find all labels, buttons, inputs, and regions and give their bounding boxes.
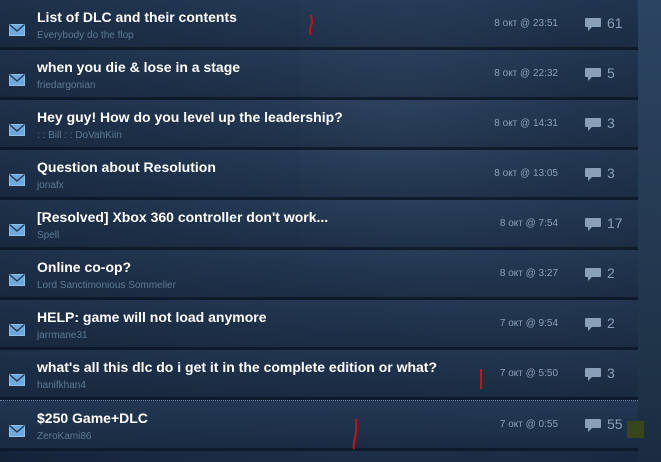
comment-bubble-icon <box>585 268 601 281</box>
topic-author: jarrmane31 <box>37 330 88 341</box>
reply-count: 3 <box>607 365 615 381</box>
envelope-icon <box>9 24 25 36</box>
topic-date: 8 окт @ 7:54 <box>499 218 558 229</box>
reply-count: 3 <box>607 165 615 181</box>
topic-title[interactable]: HELP: game will not load anymore <box>37 309 266 325</box>
topic-row[interactable]: Question about Resolution jonafx 8 окт @… <box>0 150 638 200</box>
topic-row[interactable]: List of DLC and their contents Everybody… <box>0 0 638 50</box>
topic-author: hanifkhan4 <box>37 380 86 391</box>
annotation-mark <box>627 421 644 438</box>
topic-author: friedargonian <box>37 80 96 91</box>
topic-author: : : Bill : : DoVahKiin <box>37 130 122 141</box>
topic-author: Spell <box>37 230 60 241</box>
envelope-icon <box>9 374 25 386</box>
topic-date: 7 окт @ 0:55 <box>499 419 558 430</box>
topic-title[interactable]: Online co-op? <box>37 259 131 275</box>
envelope-icon <box>9 124 25 136</box>
comment-bubble-icon <box>585 18 601 31</box>
scrollbar-track[interactable] <box>638 0 661 462</box>
topic-title[interactable]: when you die & lose in a stage <box>37 59 240 75</box>
reply-count: 17 <box>607 215 623 231</box>
comment-bubble-icon <box>585 218 601 231</box>
topic-row[interactable]: Online co-op? Lord Sanctimonious Sommeli… <box>0 250 638 300</box>
annotation-mark <box>352 418 358 450</box>
topic-title[interactable]: Question about Resolution <box>37 159 216 175</box>
topic-title[interactable]: List of DLC and their contents <box>37 9 237 25</box>
envelope-icon <box>9 324 25 336</box>
topic-author: Everybody do the flop <box>37 30 134 41</box>
topic-date: 7 окт @ 9:54 <box>499 318 558 329</box>
reply-count: 5 <box>607 65 615 81</box>
envelope-icon <box>9 74 25 86</box>
topic-author: jonafx <box>37 180 64 191</box>
topic-author: ZeroKami86 <box>37 431 92 442</box>
reply-count: 61 <box>607 15 623 31</box>
topic-title[interactable]: Hey guy! How do you level up the leaders… <box>37 109 343 125</box>
topic-date: 8 окт @ 3:27 <box>499 268 558 279</box>
envelope-icon <box>9 425 25 437</box>
topic-row[interactable]: what's all this dlc do i get it in the c… <box>0 350 638 400</box>
annotation-mark <box>309 14 313 36</box>
reply-count: 3 <box>607 115 615 131</box>
comment-bubble-icon <box>585 368 601 381</box>
topic-title[interactable]: [Resolved] Xbox 360 controller don't wor… <box>37 209 328 225</box>
comment-bubble-icon <box>585 318 601 331</box>
topic-row[interactable]: $250 Game+DLC ZeroKami86 7 окт @ 0:55 55 <box>0 400 638 451</box>
topic-list: List of DLC and their contents Everybody… <box>0 0 638 462</box>
envelope-icon <box>9 174 25 186</box>
topic-date: 7 окт @ 5:50 <box>499 368 558 379</box>
reply-count: 2 <box>607 315 615 331</box>
envelope-icon <box>9 224 25 236</box>
annotation-mark <box>480 369 482 389</box>
reply-count: 55 <box>607 416 623 432</box>
topic-date: 8 окт @ 23:51 <box>494 18 558 29</box>
comment-bubble-icon <box>585 118 601 131</box>
topic-date: 8 окт @ 22:32 <box>494 68 558 79</box>
reply-count: 2 <box>607 265 615 281</box>
comment-bubble-icon <box>585 68 601 81</box>
envelope-icon <box>9 274 25 286</box>
topic-row[interactable]: when you die & lose in a stage friedargo… <box>0 50 638 100</box>
topic-author: Lord Sanctimonious Sommelier <box>37 280 176 291</box>
comment-bubble-icon <box>585 168 601 181</box>
topic-date: 8 окт @ 14:31 <box>494 118 558 129</box>
comment-bubble-icon <box>585 419 601 432</box>
topic-title[interactable]: $250 Game+DLC <box>37 410 148 426</box>
topic-row[interactable]: Hey guy! How do you level up the leaders… <box>0 100 638 150</box>
topic-row[interactable]: [Resolved] Xbox 360 controller don't wor… <box>0 200 638 250</box>
topic-title[interactable]: what's all this dlc do i get it in the c… <box>37 359 437 375</box>
topic-date: 8 окт @ 13:05 <box>494 168 558 179</box>
topic-row[interactable]: HELP: game will not load anymore jarrman… <box>0 300 638 350</box>
